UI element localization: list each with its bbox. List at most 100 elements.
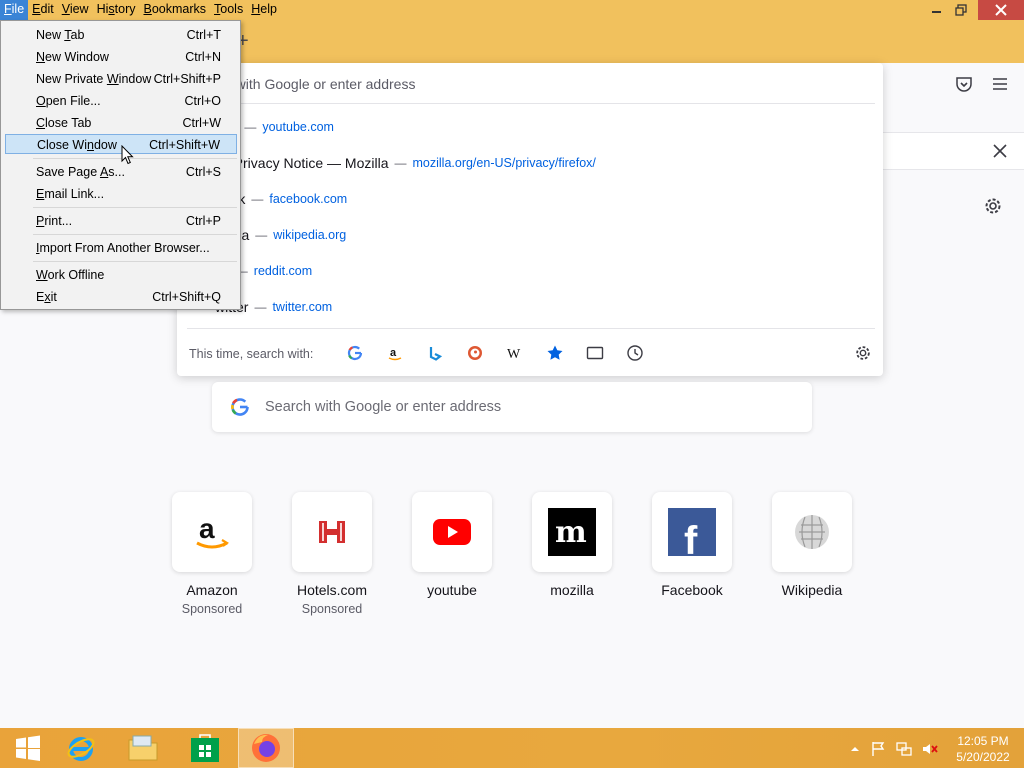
- suggestion-row[interactable]: witter—twitter.com: [177, 289, 883, 325]
- taskbar-clock[interactable]: 12:05 PM 5/20/2022: [948, 733, 1018, 765]
- duckduckgo-icon: [468, 346, 482, 360]
- shortcut-label: Ctrl+T: [186, 28, 221, 42]
- menu-item-label: Open File...: [36, 94, 101, 108]
- menu-item-label: Close Tab: [36, 116, 92, 130]
- wikipedia-search-button[interactable]: W: [506, 344, 524, 362]
- taskbar-firefox[interactable]: [238, 728, 294, 768]
- urlbar-dropdown: ch with Google or enter address ube—yout…: [177, 63, 883, 376]
- bing-search-button[interactable]: [426, 344, 444, 362]
- menu-view[interactable]: View: [58, 0, 93, 20]
- menu-item-label: Close Window: [37, 138, 117, 152]
- menu-item-import-browser[interactable]: Import From Another Browser...: [5, 238, 237, 258]
- svg-text:a: a: [390, 347, 397, 359]
- top-site-hotels[interactable]: Hotels.com Sponsored: [272, 492, 392, 616]
- clock-icon: [627, 345, 643, 361]
- top-site-icon-box: a: [172, 492, 252, 572]
- google-search-button[interactable]: [346, 344, 364, 362]
- top-site-mozilla[interactable]: m mozilla: [512, 492, 632, 602]
- menu-item-new-window[interactable]: New Window Ctrl+N: [5, 47, 237, 67]
- sponsored-label: Sponsored: [301, 602, 363, 616]
- wikipedia-icon: [795, 515, 829, 549]
- suggestion-row[interactable]: pedia—wikipedia.org: [177, 217, 883, 253]
- tabs-search-button[interactable]: [586, 344, 604, 362]
- top-site-wikipedia[interactable]: Wikipedia: [752, 492, 872, 602]
- top-site-icon-box: [292, 492, 372, 572]
- close-window-button[interactable]: [978, 0, 1024, 20]
- restore-button[interactable]: [946, 0, 976, 20]
- menu-edit[interactable]: Edit: [28, 0, 58, 20]
- menu-item-email-link[interactable]: Email Link...: [5, 184, 237, 204]
- shortcut-label: Ctrl+P: [185, 214, 221, 228]
- start-button[interactable]: [0, 728, 56, 768]
- suggestion-row[interactable]: ube—youtube.com: [177, 109, 883, 145]
- menu-bookmarks[interactable]: Bookmarks: [140, 0, 211, 20]
- menu-item-new-private-window[interactable]: New Private Window Ctrl+Shift+P: [5, 69, 237, 89]
- top-site-label: youtube: [427, 582, 477, 598]
- menu-separator: [33, 158, 237, 159]
- taskbar-ie[interactable]: [53, 728, 109, 768]
- menu-separator: [33, 207, 237, 208]
- close-icon[interactable]: [990, 141, 1010, 161]
- top-site-label: Amazon: [186, 582, 238, 598]
- wikipedia-icon: W: [507, 347, 521, 361]
- suggestion-row[interactable]: dit—reddit.com: [177, 253, 883, 289]
- internet-explorer-icon: [67, 737, 95, 761]
- newtab-search-box[interactable]: Search with Google or enter address: [212, 382, 812, 432]
- menu-item-label: Import From Another Browser...: [36, 241, 210, 255]
- newtab-search-placeholder: Search with Google or enter address: [265, 399, 502, 415]
- top-site-facebook[interactable]: f Facebook: [632, 492, 752, 602]
- menu-file[interactable]: File: [0, 0, 29, 20]
- shortcut-label: Ctrl+Shift+W: [149, 138, 220, 152]
- menu-item-label: New Tab: [36, 28, 85, 42]
- top-site-youtube[interactable]: youtube: [392, 492, 512, 602]
- menu-item-label: Email Link...: [36, 187, 105, 201]
- svg-text:a: a: [199, 513, 215, 544]
- top-site-icon-box: [772, 492, 852, 572]
- shortcut-label: Ctrl+O: [184, 94, 221, 108]
- top-site-label: Facebook: [661, 582, 723, 598]
- shortcut-label: Ctrl+S: [185, 165, 221, 179]
- taskbar-store[interactable]: [177, 728, 233, 768]
- menu-separator: [33, 234, 237, 235]
- gear-icon[interactable]: [854, 344, 872, 362]
- speaker-muted-icon[interactable]: [922, 741, 938, 757]
- divider: [187, 328, 875, 329]
- top-site-icon-box: f: [652, 492, 732, 572]
- menu-item-label: New Window: [36, 50, 109, 64]
- menu-tools[interactable]: Tools: [210, 0, 247, 20]
- menu-item-close-tab[interactable]: Close Tab Ctrl+W: [5, 113, 237, 133]
- shortcut-label: Ctrl+Shift+Q: [152, 290, 221, 304]
- bookmarks-search-button[interactable]: [546, 344, 564, 362]
- tab-icon: [586, 346, 604, 360]
- suggestion-row[interactable]: book—facebook.com: [177, 181, 883, 217]
- network-icon[interactable]: [896, 741, 912, 757]
- menu-item-exit[interactable]: Exit Ctrl+Shift+Q: [5, 287, 237, 307]
- firefox-icon: [252, 734, 280, 762]
- urlbar-input[interactable]: ch with Google or enter address: [177, 63, 883, 105]
- top-site-amazon[interactable]: a Amazon Sponsored: [152, 492, 272, 616]
- menu-item-print[interactable]: Print... Ctrl+P: [5, 211, 237, 231]
- system-tray: [850, 740, 938, 758]
- mouse-cursor-icon: [121, 145, 134, 165]
- gear-icon[interactable]: [983, 196, 1003, 216]
- menu-item-work-offline[interactable]: Work Offline: [5, 265, 237, 285]
- store-icon: [191, 734, 219, 762]
- sponsored-label: Sponsored: [181, 602, 243, 616]
- amazon-search-button[interactable]: a: [386, 344, 404, 362]
- pocket-icon[interactable]: [955, 75, 973, 93]
- chevron-up-icon[interactable]: [850, 744, 860, 754]
- menu-item-open-file[interactable]: Open File... Ctrl+O: [5, 91, 237, 111]
- hamburger-menu-icon[interactable]: [992, 77, 1008, 91]
- menu-help[interactable]: Help: [247, 0, 281, 20]
- menu-history[interactable]: History: [93, 0, 140, 20]
- duckduckgo-search-button[interactable]: [466, 344, 484, 362]
- svg-text:W: W: [507, 347, 521, 361]
- windows-logo-icon: [16, 735, 40, 761]
- taskbar-file-explorer[interactable]: [115, 728, 171, 768]
- hotels-icon: [319, 521, 345, 543]
- google-icon: [231, 398, 249, 416]
- menu-item-new-tab[interactable]: New Tab Ctrl+T: [5, 25, 237, 45]
- suggestion-row[interactable]: ox Privacy Notice — Mozilla — mozilla.org/…: [177, 145, 883, 181]
- history-search-button[interactable]: [626, 344, 644, 362]
- flag-icon[interactable]: [870, 741, 886, 757]
